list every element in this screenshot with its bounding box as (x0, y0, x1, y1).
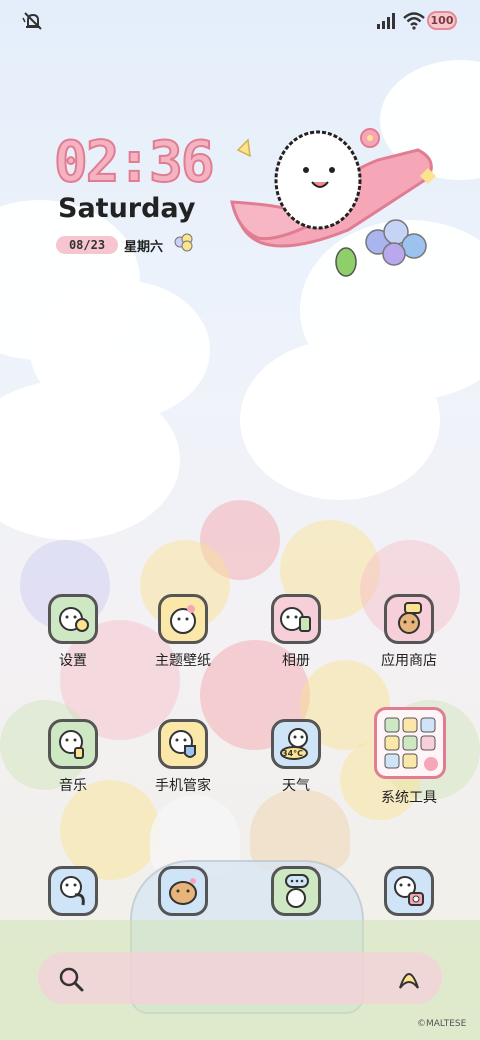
app-theme-wallpaper[interactable]: 主题壁纸 (130, 594, 240, 694)
battery-icon: 100 (427, 11, 457, 30)
app-gallery[interactable]: 相册 (243, 594, 353, 694)
search-dock[interactable] (38, 952, 442, 1004)
weather-icon: 34°C (271, 719, 321, 769)
settings-icon (48, 594, 98, 644)
folder-system-tools[interactable]: 系统工具 (356, 707, 466, 819)
search-icon[interactable] (58, 966, 84, 992)
contacts-icon (158, 866, 208, 916)
weather-temp: 34°C (282, 749, 304, 758)
app-label: 应用商店 (381, 653, 437, 669)
theme-wallpaper-icon (158, 594, 208, 644)
status-bar: 100 (0, 0, 480, 42)
phone-manager-icon (158, 719, 208, 769)
signal-icon (377, 13, 395, 29)
dock-messages[interactable] (243, 866, 353, 918)
clock-weekday: 星期六 (124, 240, 164, 255)
phone-icon (48, 866, 98, 916)
dock-contacts[interactable] (130, 866, 240, 918)
camera-icon (384, 866, 434, 916)
mute-icon (22, 12, 42, 30)
dog-plane-illustration (230, 128, 436, 277)
messages-icon (271, 866, 321, 916)
app-label: 手机管家 (155, 778, 211, 794)
clock-time: 02:36 (53, 129, 216, 196)
app-music[interactable]: 音乐 (20, 719, 130, 819)
dock-camera[interactable] (356, 866, 466, 918)
clock-date: 08/23 (56, 236, 118, 254)
copyright-text: ©MALTESE (417, 1019, 467, 1029)
app-label: 天气 (282, 778, 310, 794)
app-label: 音乐 (59, 778, 87, 794)
clock-day: Saturday (58, 193, 196, 224)
app-weather[interactable]: 34°C 天气 (243, 719, 353, 819)
app-label: 相册 (282, 653, 310, 669)
app-label: 设置 (59, 653, 87, 669)
music-icon (48, 719, 98, 769)
app-label: 系统工具 (381, 790, 437, 806)
dock-phone[interactable] (20, 866, 130, 918)
gallery-icon (271, 594, 321, 644)
system-tools-folder-icon (374, 707, 446, 779)
voice-assistant-icon[interactable] (396, 966, 422, 992)
wifi-icon (403, 12, 425, 30)
app-app-store[interactable]: 应用商店 (356, 594, 466, 694)
app-store-icon (384, 594, 434, 644)
app-settings[interactable]: 设置 (20, 594, 130, 694)
app-phone-manager[interactable]: 手机管家 (130, 719, 240, 819)
flower-sticker-icon (174, 233, 193, 252)
app-label: 主题壁纸 (155, 653, 211, 669)
